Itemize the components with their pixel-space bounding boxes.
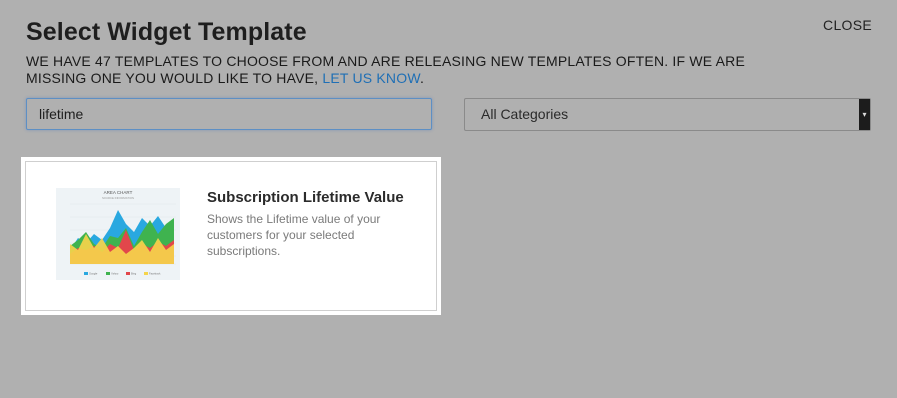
thumb-legend-bing: Bing xyxy=(131,272,137,276)
thumb-chart-title: AREA CHART xyxy=(104,190,133,195)
template-card-title: Subscription Lifetime Value xyxy=(207,189,404,206)
search-input[interactable] xyxy=(26,98,432,130)
close-button[interactable]: CLOSE xyxy=(823,17,872,33)
let-us-know-link[interactable]: LET US KNOW xyxy=(322,70,420,86)
intro-text: WE HAVE 47 TEMPLATES TO CHOOSE FROM AND … xyxy=(26,53,786,87)
template-card-inner: AREA CHART SOURCE INFORMATION Google Yah… xyxy=(25,161,437,311)
modal-title: Select Widget Template xyxy=(26,18,307,46)
caret-down-icon: ▾ xyxy=(859,99,870,130)
area-chart-thumbnail-svg: AREA CHART SOURCE INFORMATION Google Yah… xyxy=(70,190,176,276)
category-select[interactable]: All Categories ▾ xyxy=(464,98,871,131)
thumb-legend-google: Google xyxy=(89,272,98,276)
thumb-legend-yahoo: Yahoo xyxy=(111,272,119,276)
area-chart-thumbnail: AREA CHART SOURCE INFORMATION Google Yah… xyxy=(56,188,180,280)
template-card-description: Shows the Lifetime value of your custome… xyxy=(207,212,381,258)
thumb-legend-facebook: Facebook xyxy=(149,272,161,276)
template-card[interactable]: AREA CHART SOURCE INFORMATION Google Yah… xyxy=(21,157,441,315)
category-select-value: All Categories xyxy=(481,106,569,122)
intro-end: . xyxy=(419,70,425,86)
thumb-chart-subtitle: SOURCE INFORMATION xyxy=(102,196,134,200)
